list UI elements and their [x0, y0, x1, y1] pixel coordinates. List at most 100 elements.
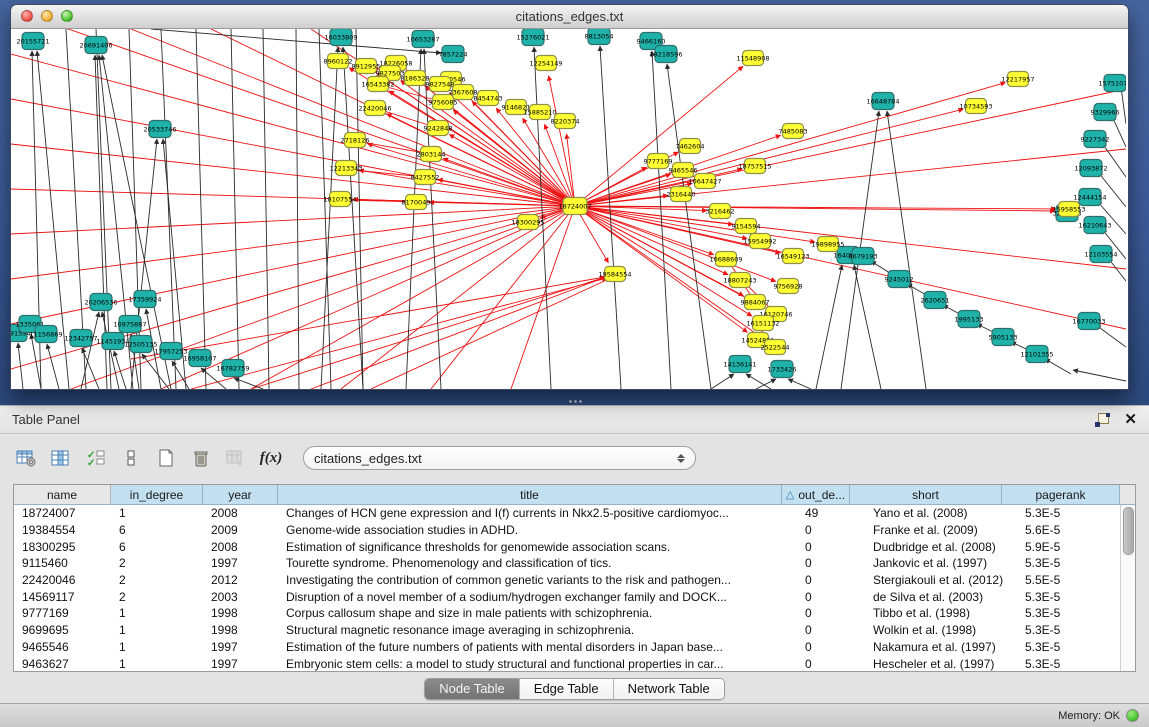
graph-node[interactable]: 9756085	[429, 95, 458, 110]
graph-node[interactable]: 14136141	[723, 356, 756, 373]
graph-node[interactable]: 18724007	[558, 198, 591, 215]
graph-node[interactable]: 7857224	[439, 46, 468, 63]
table-cell: 1997	[203, 640, 278, 654]
graph-node[interactable]: 8960122	[324, 54, 353, 69]
table-row[interactable]: 911546021997Tourette syndrome. Phenomeno…	[14, 555, 1135, 572]
graph-node[interactable]: 9756928	[774, 279, 803, 294]
table-settings-icon[interactable]	[13, 445, 39, 471]
graph-node[interactable]: 2803144	[417, 147, 446, 162]
table-row[interactable]: 1830029562008Estimation of significance …	[14, 538, 1135, 555]
column-header-name[interactable]: name	[14, 485, 111, 505]
table-scrollbar[interactable]	[1120, 505, 1135, 671]
graph-node[interactable]: 9884067	[741, 295, 770, 310]
table-row[interactable]: 1938455462009Genome-wide association stu…	[14, 522, 1135, 539]
graph-node[interactable]: 9329966	[1091, 104, 1120, 121]
tab-node-table[interactable]: Node Table	[425, 679, 520, 699]
table-row[interactable]: 2242004622012Investigating the contribut…	[14, 572, 1135, 589]
function-builder-icon[interactable]: f(x)	[258, 445, 284, 471]
graph-node[interactable]: 20155721	[16, 33, 49, 50]
graph-node[interactable]: 18757515	[738, 159, 771, 174]
table-row[interactable]: 1872400712008Changes of HCN gene express…	[14, 505, 1135, 522]
graph-node[interactable]: 10653287	[406, 31, 439, 48]
graph-node[interactable]: 16648784	[866, 93, 899, 110]
graph-node[interactable]: 16770033	[1072, 313, 1105, 330]
graph-node[interactable]: 2316440	[667, 187, 696, 202]
table-row[interactable]: 946362711997Embryonic stem cells: a mode…	[14, 655, 1135, 671]
table-row[interactable]: 946554611997Estimation of the future num…	[14, 639, 1135, 656]
tab-network-table[interactable]: Network Table	[614, 679, 724, 699]
table-selector[interactable]: citations_edges.txt	[303, 446, 696, 470]
graph-edge	[47, 344, 59, 389]
graph-edge	[854, 265, 881, 389]
graph-node[interactable]: 18807243	[723, 273, 756, 288]
graph-node[interactable]: 5905133	[989, 329, 1018, 346]
graph-node[interactable]: 7462604	[676, 139, 705, 154]
table-cell: 9115460	[14, 556, 111, 570]
merge-rows-icon[interactable]	[118, 445, 144, 471]
graph-node[interactable]: 8679193	[849, 248, 878, 265]
graph-node[interactable]: 1995133	[955, 311, 984, 328]
column-header-year[interactable]: year	[203, 485, 278, 505]
graph-node[interactable]: 2620651	[921, 292, 950, 309]
column-header-title[interactable]: title	[278, 485, 782, 505]
graph-node[interactable]: 10734593	[959, 99, 992, 114]
graph-node[interactable]: 10975887	[113, 316, 146, 333]
graph-node[interactable]: 11548908	[736, 51, 769, 66]
graph-node[interactable]: 16210643	[1078, 217, 1111, 234]
graph-node[interactable]: 8220374	[551, 114, 580, 129]
split-pane-grip[interactable]	[568, 399, 582, 404]
graph-node-label: 5905133	[989, 333, 1018, 341]
graph-node[interactable]: 1733426	[768, 361, 797, 378]
table-row[interactable]: 977716911998Corpus callosum shape and si…	[14, 605, 1135, 622]
close-icon[interactable]: ✕	[1124, 413, 1137, 427]
column-header-short[interactable]: short	[850, 485, 1002, 505]
new-table-icon[interactable]	[153, 445, 179, 471]
network-window-titlebar[interactable]: citations_edges.txt	[11, 5, 1128, 29]
graph-node[interactable]: 12101355	[1020, 346, 1053, 363]
select-rows-icon[interactable]: ✓✓	[83, 445, 109, 471]
graph-node[interactable]: 8427552	[411, 170, 440, 185]
graph-node[interactable]: 15751074	[1098, 75, 1126, 92]
graph-node-label: 17359924	[128, 295, 161, 303]
column-header-in_degree[interactable]: in_degree	[111, 485, 203, 505]
table-tabs-row: Node TableEdge TableNetwork Table	[0, 678, 1149, 700]
column-visibility-icon[interactable]	[48, 445, 74, 471]
delete-table-icon[interactable]	[188, 445, 214, 471]
graph-node[interactable]: 16549123	[776, 249, 809, 264]
column-header-pagerank[interactable]: pagerank	[1002, 485, 1120, 505]
table-cell: 5.3E-5	[1017, 623, 1135, 637]
table-row[interactable]: 969969511998Structural magnetic resonanc…	[14, 622, 1135, 639]
graph-node[interactable]: 2522544	[761, 340, 790, 355]
graph-node[interactable]: 16033809	[324, 29, 357, 46]
graph-node[interactable]: 10688609	[709, 252, 742, 267]
graph-node[interactable]: 9227342	[1081, 131, 1110, 148]
graph-node[interactable]: 12093872	[1074, 160, 1107, 177]
graph-node[interactable]: 12217957	[1001, 72, 1034, 87]
table-row[interactable]: 1456911722003Disruption of a novel membe…	[14, 588, 1135, 605]
graph-node[interactable]: 20691406	[79, 37, 112, 54]
graph-node[interactable]: 12103554	[1084, 246, 1117, 263]
graph-node[interactable]: 17359924	[128, 291, 161, 308]
graph-node[interactable]: 9242848	[424, 121, 453, 136]
table-scrollbar-thumb[interactable]	[1123, 507, 1134, 555]
graph-node[interactable]: 16958107	[183, 350, 216, 367]
float-window-icon[interactable]	[1095, 413, 1110, 427]
graph-node[interactable]: 9245012	[885, 271, 914, 288]
graph-node[interactable]: 9154594	[732, 219, 761, 234]
graph-node[interactable]: 15276021	[516, 29, 549, 46]
graph-node[interactable]: 9465546	[669, 163, 698, 178]
column-header-out_de[interactable]: △out_de...	[782, 485, 850, 505]
graph-node[interactable]: 7485083	[779, 124, 808, 139]
graph-node[interactable]: 8454743	[474, 91, 503, 106]
graph-node[interactable]: 12342757	[64, 330, 97, 347]
network-canvas[interactable]: 20155721 20691406 16033809 10653287 15276021…	[11, 29, 1128, 389]
graph-node[interactable]: 8170049	[402, 195, 431, 210]
graph-node[interactable]: 20533746	[143, 121, 176, 138]
table-cell: 5.3E-5	[1017, 506, 1135, 520]
table-cell: Disruption of a novel member of a sodium…	[278, 590, 797, 604]
graph-node[interactable]: 3216462	[706, 204, 735, 219]
graph-node[interactable]: 8813054	[585, 29, 614, 45]
tab-edge-table[interactable]: Edge Table	[520, 679, 614, 699]
graph-node[interactable]: 12213343	[329, 161, 362, 176]
graph-node[interactable]: 2718126	[341, 133, 370, 148]
